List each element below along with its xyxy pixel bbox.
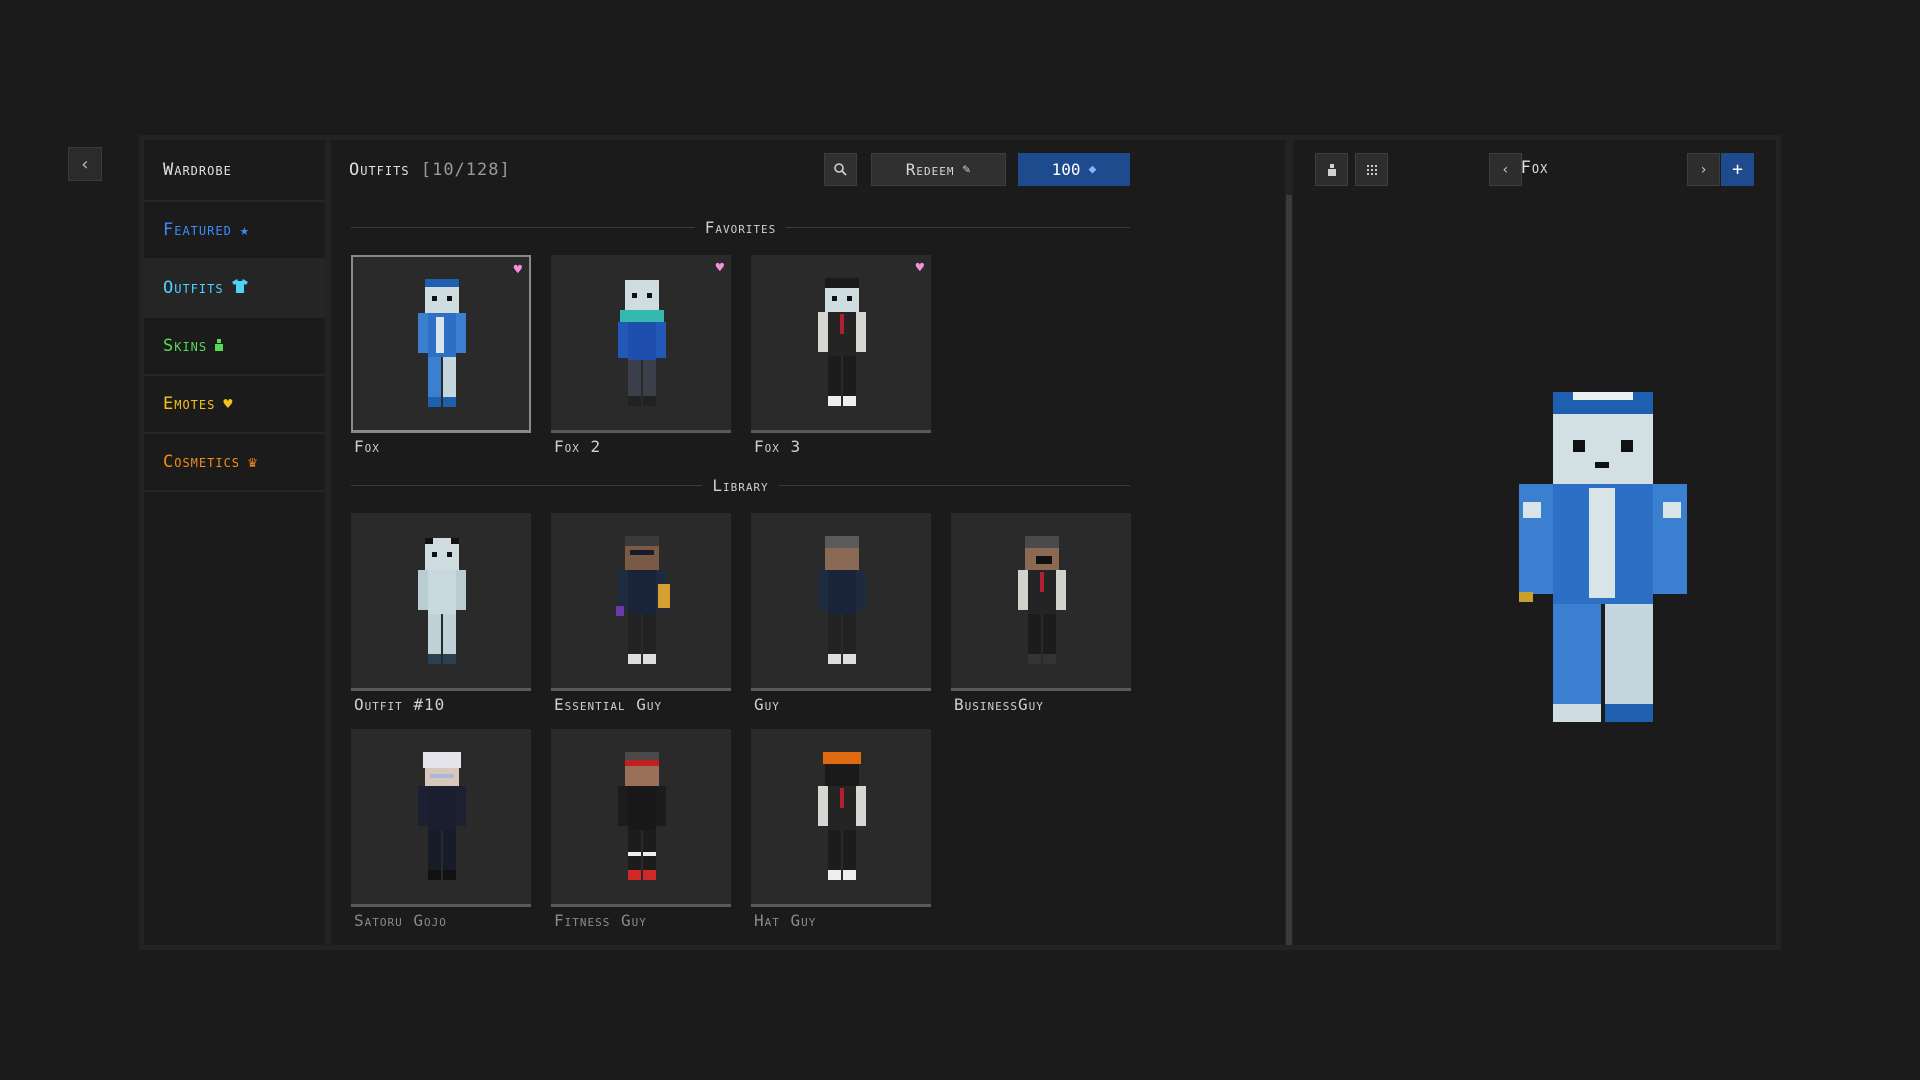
preview-panel: ‹ Fox › +: [1293, 140, 1776, 945]
sidebar-item-skins[interactable]: Skins: [144, 318, 325, 376]
outfit-name: Satoru Gojo: [354, 911, 447, 930]
outfit-card-guy[interactable]: Guy: [751, 513, 931, 714]
plus-icon: +: [1732, 159, 1743, 180]
skin-model: [418, 751, 466, 880]
outfit-card-businessguy[interactable]: BusinessGuy: [951, 513, 1131, 714]
next-outfit-button[interactable]: ›: [1687, 153, 1720, 186]
person-icon: [215, 337, 224, 355]
sidebar: Wardrobe Featured ★ Outfits Skins Emotes…: [144, 140, 325, 945]
preview-header: ‹ Fox › +: [1293, 140, 1776, 200]
coin-icon: ◆: [1088, 162, 1097, 177]
skin-model: [818, 277, 866, 406]
outfit-card-fox-2[interactable]: ♥ Fox 2: [551, 255, 731, 456]
search-icon: [834, 163, 847, 176]
favorites-header: Favorites: [351, 217, 1130, 237]
skin-model: [418, 278, 466, 407]
outfit-name: Fox: [354, 437, 380, 456]
coins-button[interactable]: 100 ◆: [1018, 153, 1130, 186]
outfit-card-hat-guy[interactable]: Hat Guy: [751, 729, 931, 930]
outfit-card-satoru-gojo[interactable]: Satoru Gojo: [351, 729, 531, 930]
outfit-card-fox[interactable]: ♥ Fox: [351, 255, 531, 456]
skin-model: [618, 751, 666, 880]
search-button[interactable]: [824, 153, 857, 186]
coins-amount: 100: [1051, 160, 1081, 179]
sidebar-item-label: Emotes: [163, 394, 216, 414]
heart-icon: ♥: [223, 395, 234, 413]
outfit-card-fitness-guy[interactable]: Fitness Guy: [551, 729, 731, 930]
sidebar-item-label: Featured: [163, 220, 232, 240]
library-header: Library: [351, 475, 1130, 495]
heart-icon[interactable]: ♥: [514, 262, 522, 278]
outfits-title-label: Outfits: [349, 160, 410, 180]
back-button[interactable]: ‹: [68, 147, 102, 181]
outfit-card-outfit-10[interactable]: Outfit #10: [351, 513, 531, 714]
sidebar-item-label: Cosmetics: [163, 452, 241, 472]
sidebar-item-label: Skins: [163, 336, 208, 356]
outfit-thumbnail: ♥: [351, 255, 531, 433]
library-label: Library: [712, 475, 769, 495]
chevron-right-icon: ›: [1699, 161, 1708, 178]
add-button[interactable]: +: [1721, 153, 1754, 186]
preview-skin-model[interactable]: [1513, 392, 1693, 722]
panel-divider[interactable]: [1286, 195, 1292, 945]
skin-model: [1018, 535, 1066, 664]
heart-icon[interactable]: ♥: [916, 260, 924, 276]
redeem-button[interactable]: Redeem ✎: [871, 153, 1006, 186]
sidebar-item-label: Outfits: [163, 278, 224, 298]
sidebar-item-emotes[interactable]: Emotes ♥: [144, 376, 325, 434]
sidebar-item-cosmetics[interactable]: Cosmetics ♛: [144, 434, 325, 492]
outfits-panel: Outfits [10/128] Redeem ✎ 100 ◆ Favorite…: [331, 140, 1285, 945]
outfit-thumbnail: [351, 513, 531, 691]
skin-model: [818, 751, 866, 880]
outfit-thumbnail: [351, 729, 531, 907]
skin-model: [818, 535, 866, 664]
outfit-thumbnail: [551, 729, 731, 907]
skin-model: [616, 535, 670, 664]
outfit-thumbnail: [551, 513, 731, 691]
outfit-thumbnail: ♥: [751, 255, 931, 433]
skin-model: [618, 279, 666, 406]
outfit-thumbnail: ♥: [551, 255, 731, 433]
wardrobe-window: Wardrobe Featured ★ Outfits Skins Emotes…: [139, 135, 1781, 950]
outfits-header: Outfits [10/128] Redeem ✎ 100 ◆: [331, 140, 1285, 200]
crown-icon: ♛: [248, 453, 259, 471]
outfit-thumbnail: [751, 729, 931, 907]
pencil-icon: ✎: [962, 162, 972, 177]
skin-model: [418, 537, 466, 664]
outfit-name: Fox 2: [554, 437, 602, 456]
favorites-label: Favorites: [704, 217, 777, 237]
outfits-title: Outfits [10/128]: [349, 160, 511, 180]
outfit-card-fox-3[interactable]: ♥ Fox 3: [751, 255, 931, 456]
sidebar-item-featured[interactable]: Featured ★: [144, 202, 325, 260]
outfit-name: BusinessGuy: [954, 695, 1044, 714]
outfits-count: [10/128]: [420, 160, 511, 180]
outfit-name: Essential Guy: [554, 695, 663, 714]
heart-icon[interactable]: ♥: [716, 260, 724, 276]
shirt-icon: [231, 279, 248, 297]
outfit-name: Guy: [754, 695, 780, 714]
outfit-thumbnail: [951, 513, 1131, 691]
sidebar-item-outfits[interactable]: Outfits: [144, 260, 325, 318]
redeem-label: Redeem: [905, 160, 955, 179]
sidebar-title: Wardrobe: [144, 140, 325, 202]
outfit-name: Fox 3: [754, 437, 802, 456]
outfit-name: Outfit #10: [354, 695, 446, 714]
outfit-thumbnail: [751, 513, 931, 691]
outfit-card-essential-guy[interactable]: Essential Guy: [551, 513, 731, 714]
star-icon: ★: [239, 221, 250, 239]
outfit-name: Fitness Guy: [554, 911, 647, 930]
outfit-name: Hat Guy: [754, 911, 817, 930]
chevron-left-icon: ‹: [79, 153, 91, 175]
